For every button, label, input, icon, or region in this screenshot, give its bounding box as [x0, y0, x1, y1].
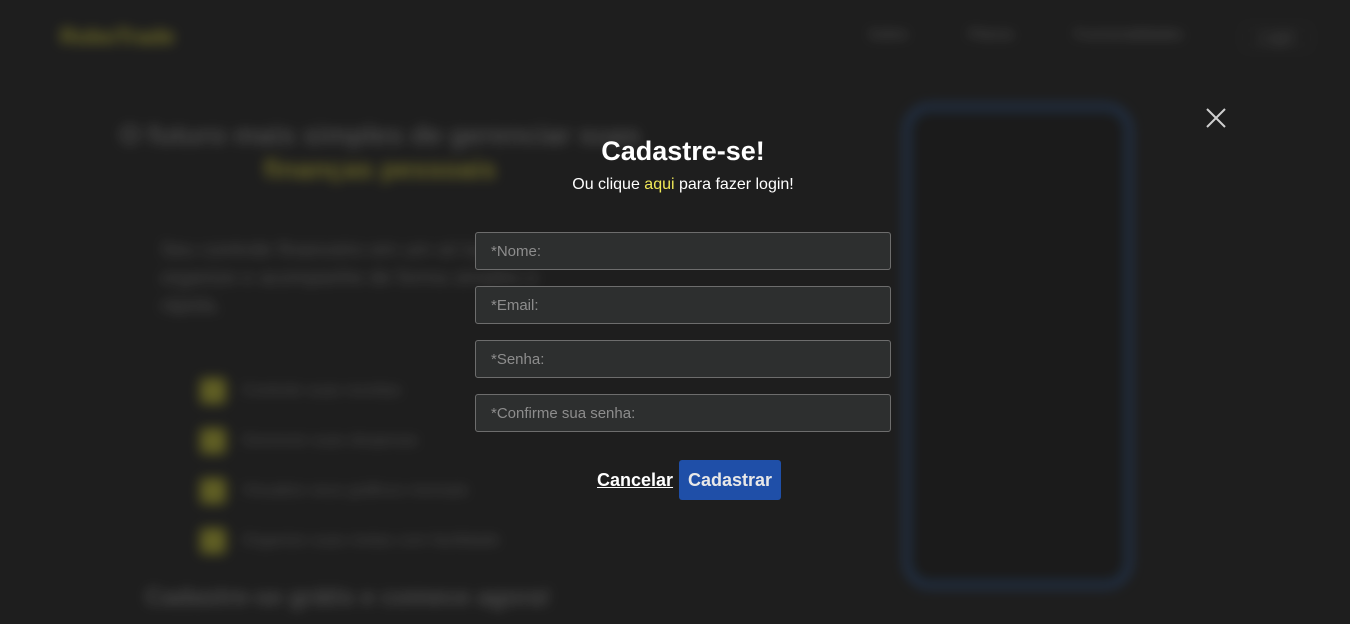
subtitle-text-after: para fazer login!: [679, 176, 794, 193]
confirm-password-field[interactable]: [475, 394, 891, 432]
password-field[interactable]: [475, 340, 891, 378]
close-button[interactable]: [1204, 106, 1228, 130]
page: RoboTrade Sobre Planos Funcionalidades L…: [0, 0, 1350, 624]
modal-subtitle: Ou clique aqui para fazer login!: [475, 176, 891, 194]
submit-button[interactable]: Cadastrar: [679, 460, 781, 500]
close-icon: [1206, 108, 1226, 128]
modal-title: Cadastre-se!: [601, 136, 765, 166]
login-link[interactable]: aqui: [644, 176, 674, 193]
name-field[interactable]: [475, 232, 891, 270]
subtitle-text-before: Ou clique: [572, 176, 640, 193]
cancel-button[interactable]: Cancelar: [597, 470, 673, 491]
email-field[interactable]: [475, 286, 891, 324]
